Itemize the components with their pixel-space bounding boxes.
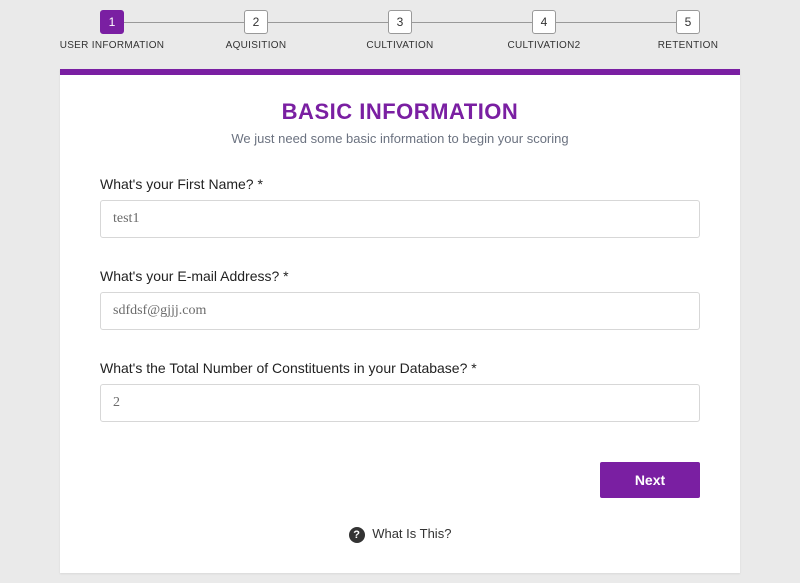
field-first-name: What's your First Name? * <box>100 176 700 238</box>
progress-stepper: 1 USER INFORMATION 2 AQUISITION 3 CULTIV… <box>0 0 800 51</box>
form-body: What's your First Name? * What's your E-… <box>60 156 740 422</box>
email-input[interactable] <box>100 292 700 330</box>
page-subtitle: We just need some basic information to b… <box>80 131 720 146</box>
help-icon[interactable]: ? <box>349 527 365 543</box>
step-number: 4 <box>532 10 556 34</box>
step-number: 3 <box>388 10 412 34</box>
step-cultivation[interactable]: 3 CULTIVATION <box>328 10 472 51</box>
step-number: 5 <box>676 10 700 34</box>
step-label: USER INFORMATION <box>40 40 184 51</box>
first-name-input[interactable] <box>100 200 700 238</box>
next-button[interactable]: Next <box>600 462 700 498</box>
page-title: BASIC INFORMATION <box>80 99 720 125</box>
step-label: AQUISITION <box>184 40 328 51</box>
constituents-label: What's the Total Number of Constituents … <box>100 360 700 376</box>
form-footer: ? What Is This? <box>60 498 740 543</box>
constituents-input[interactable] <box>100 384 700 422</box>
field-constituents: What's the Total Number of Constituents … <box>100 360 700 422</box>
field-email: What's your E-mail Address? * <box>100 268 700 330</box>
form-actions: Next <box>60 452 740 498</box>
form-header: BASIC INFORMATION We just need some basi… <box>60 75 740 156</box>
step-number: 1 <box>100 10 124 34</box>
step-user-information[interactable]: 1 USER INFORMATION <box>40 10 184 51</box>
step-connector <box>544 22 688 23</box>
step-connector <box>400 22 544 23</box>
step-aquisition[interactable]: 2 AQUISITION <box>184 10 328 51</box>
step-retention[interactable]: 5 RETENTION <box>616 10 760 51</box>
email-label: What's your E-mail Address? * <box>100 268 700 284</box>
help-link[interactable]: What Is This? <box>372 526 451 541</box>
step-cultivation2[interactable]: 4 CULTIVATION2 <box>472 10 616 51</box>
step-number: 2 <box>244 10 268 34</box>
step-label: CULTIVATION2 <box>472 40 616 51</box>
step-connector <box>112 22 256 23</box>
step-label: CULTIVATION <box>328 40 472 51</box>
form-card: BASIC INFORMATION We just need some basi… <box>60 69 740 573</box>
first-name-label: What's your First Name? * <box>100 176 700 192</box>
step-label: RETENTION <box>616 40 760 51</box>
step-connector <box>256 22 400 23</box>
